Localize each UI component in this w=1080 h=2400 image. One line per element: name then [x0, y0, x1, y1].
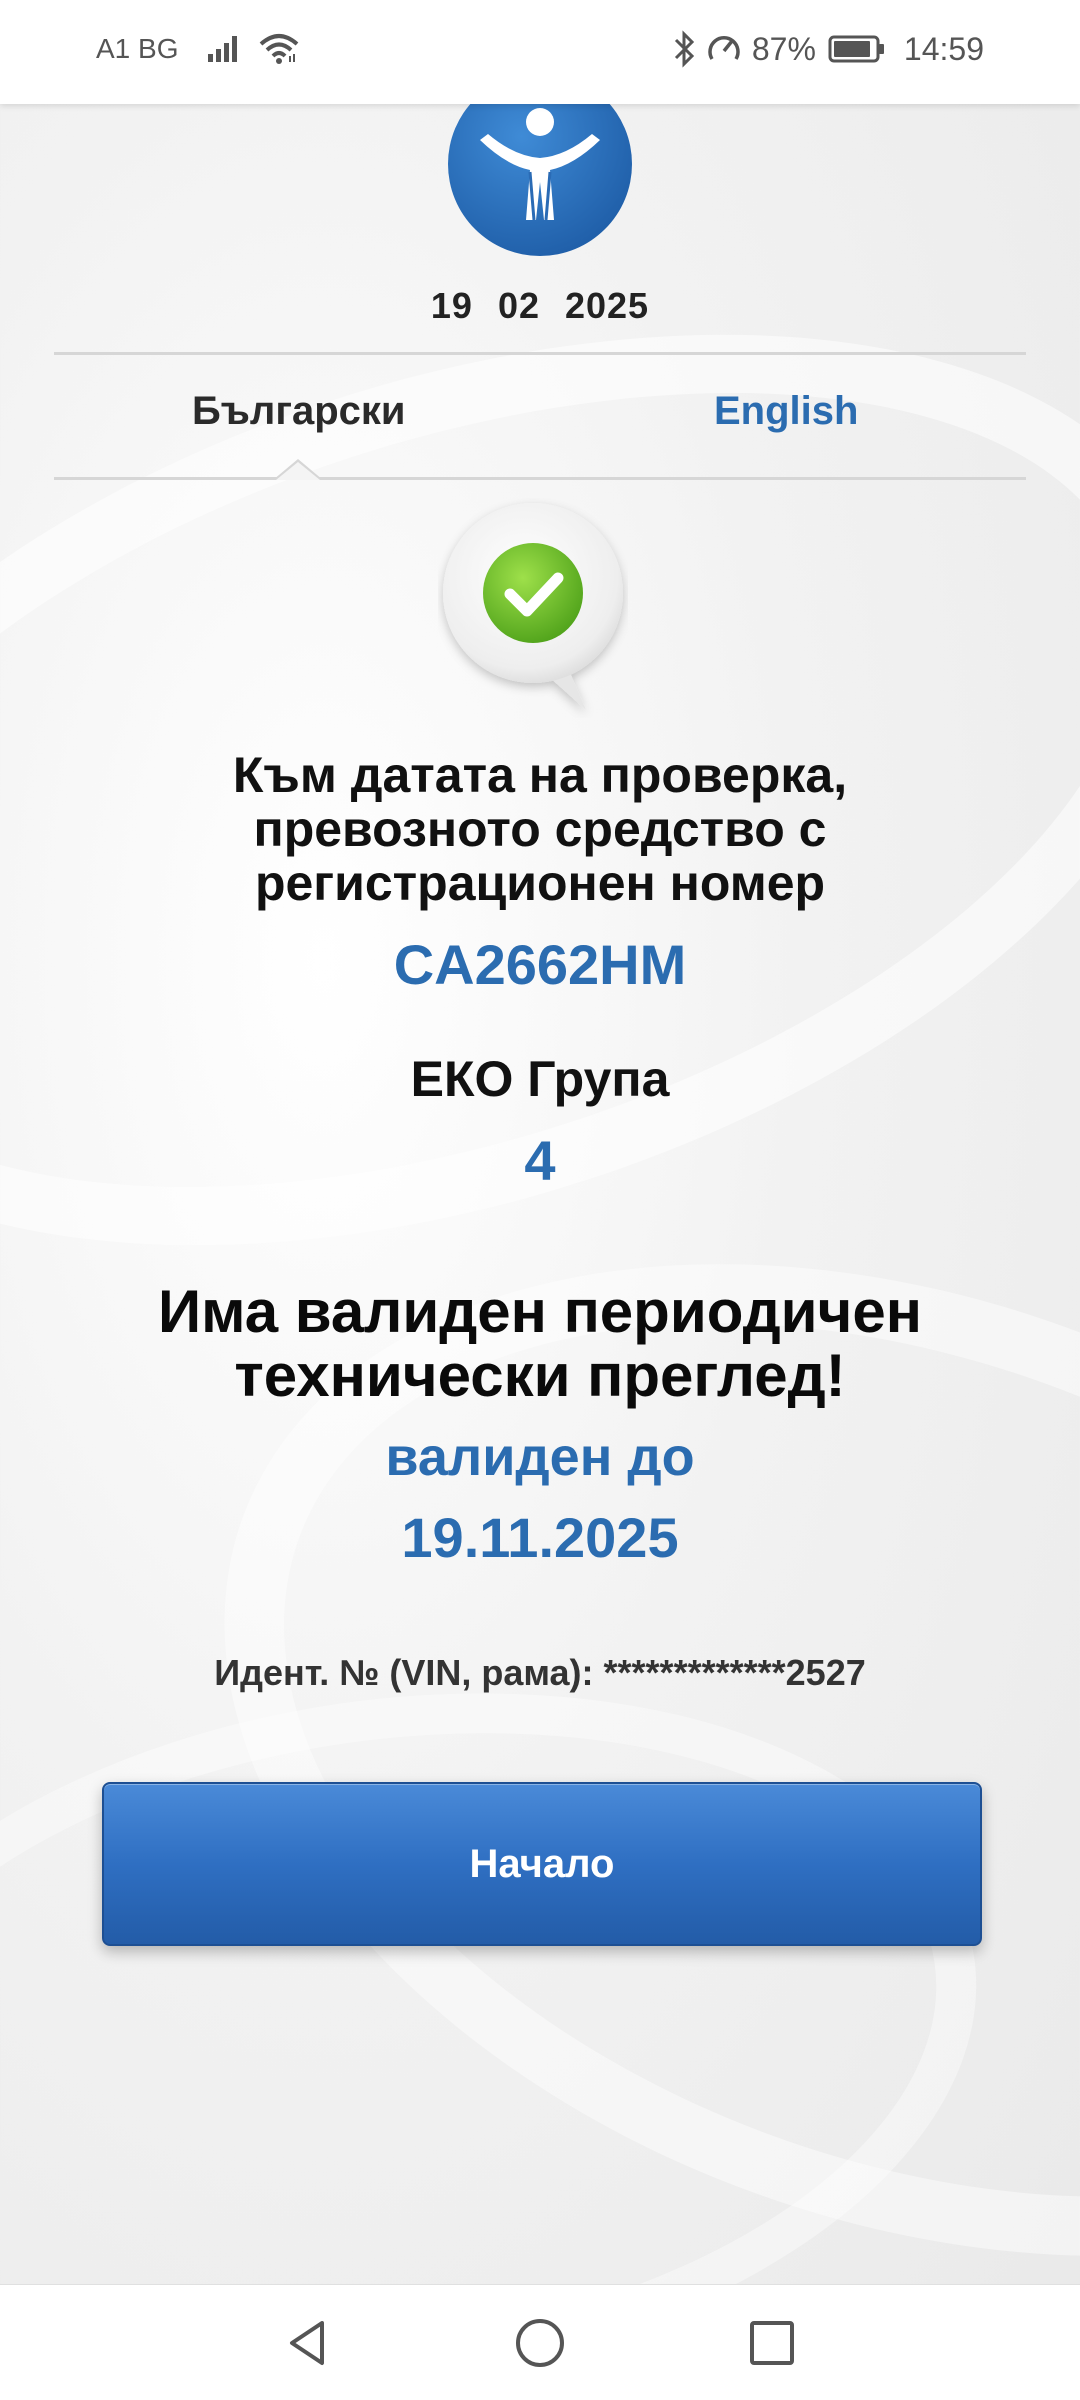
carrier-label: A1 BG	[96, 33, 179, 64]
result-intro-text: Към датата на проверка, превозното средс…	[232, 747, 848, 911]
registration-number: CA2662HM	[393, 933, 687, 996]
check-icon	[443, 503, 623, 710]
status-bar: A1 BG 87% 14:59	[0, 0, 1080, 104]
signal-icon	[208, 36, 238, 62]
tab-english[interactable]: English	[714, 389, 858, 434]
check-date: 19 02 2025	[430, 285, 650, 326]
vin-line: Идент. № (VIN, рама): *************2527	[214, 1652, 866, 1693]
back-icon[interactable]	[280, 2315, 336, 2371]
navigation-bar	[0, 2284, 1080, 2400]
bluetooth-icon	[674, 30, 694, 68]
wifi-icon	[260, 34, 299, 64]
selected-tab-indicator	[276, 462, 320, 480]
clock: 14:59	[903, 30, 984, 67]
tab-bulgarian[interactable]: Български	[192, 389, 406, 434]
valid-until-date: 19.11.2025	[401, 1506, 679, 1569]
eco-group-value: 4	[524, 1129, 556, 1192]
battery-icon	[828, 35, 884, 63]
inspection-status: Има валиден периодичен технически прегле…	[157, 1278, 922, 1409]
battery-percent: 87%	[751, 30, 816, 67]
start-button[interactable]: Начало	[102, 1782, 982, 1946]
eco-group-label: ЕКО Група	[410, 1051, 670, 1107]
language-tabs: Български English	[54, 352, 1026, 480]
valid-until-label: валиден до	[385, 1427, 695, 1487]
recent-apps-icon[interactable]	[744, 2315, 800, 2371]
data-saver-icon	[708, 36, 740, 60]
home-icon[interactable]	[512, 2315, 568, 2371]
